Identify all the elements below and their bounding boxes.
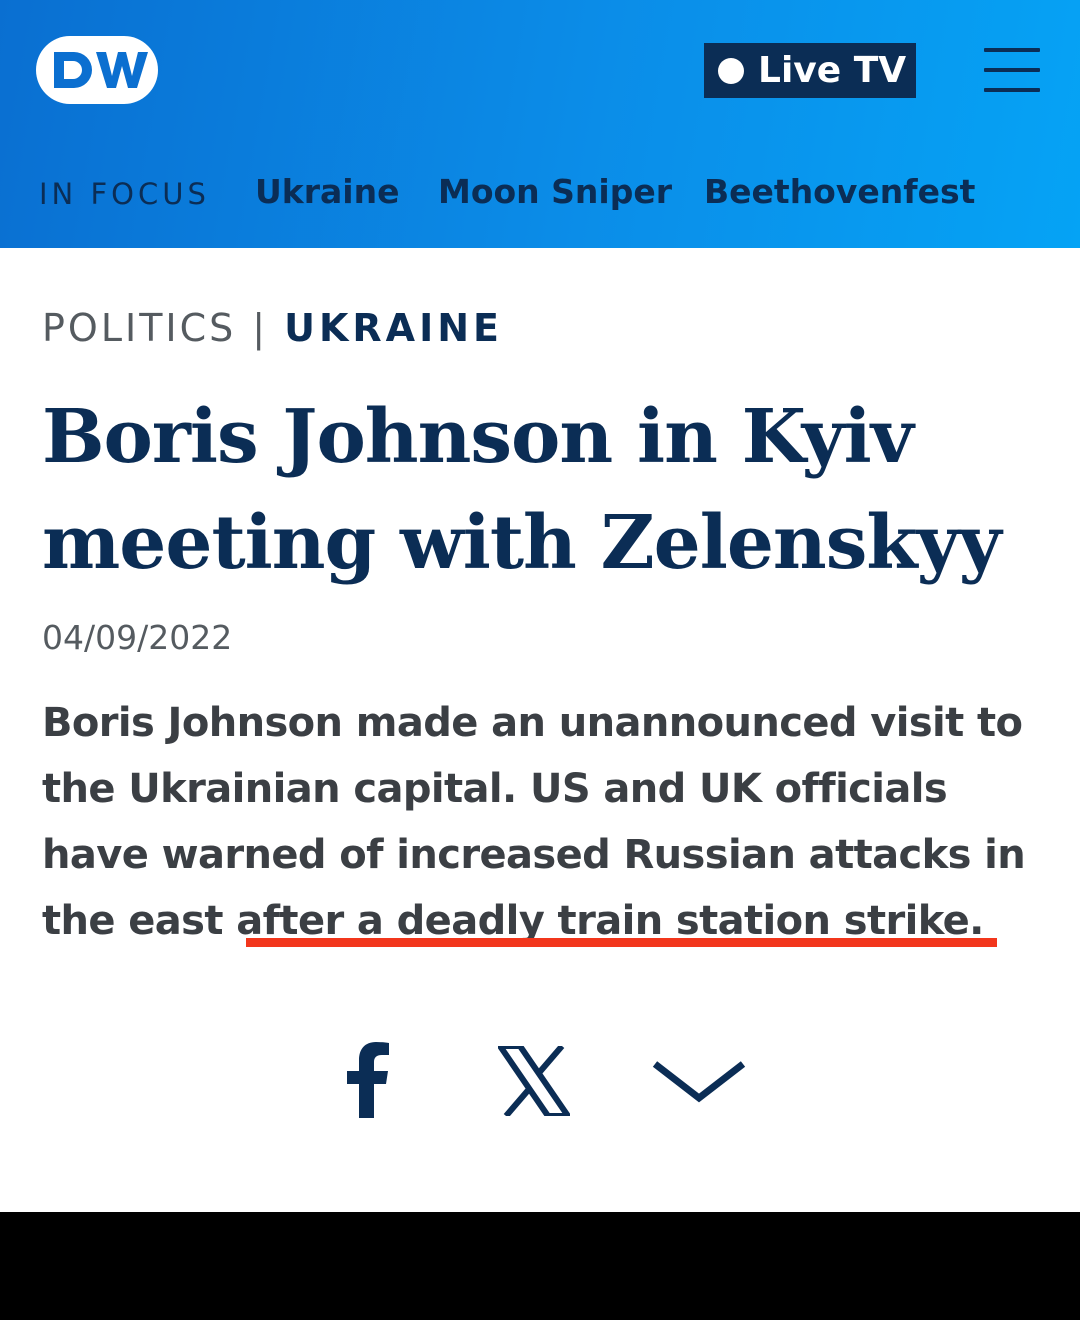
x-icon[interactable]	[494, 1043, 574, 1120]
live-tv-button[interactable]: Live TV	[704, 43, 916, 98]
live-dot-icon	[718, 57, 744, 84]
hamburger-icon[interactable]	[984, 48, 1040, 92]
video-player-area[interactable]	[0, 1212, 1080, 1320]
kicker-separator: |	[252, 306, 269, 350]
focus-link-ukraine[interactable]: Ukraine	[255, 172, 399, 211]
chevron-down-icon[interactable]	[652, 1060, 746, 1108]
focus-link-beethovenfest[interactable]: Beethovenfest	[704, 172, 975, 211]
dw-logo[interactable]	[36, 36, 158, 104]
site-header: Live TV IN FOCUS Ukraine Moon Sniper Bee…	[0, 0, 1080, 248]
in-focus-label: IN FOCUS	[39, 177, 210, 211]
kicker-category[interactable]: POLITICS	[42, 306, 236, 350]
kicker-topic[interactable]: UKRAINE	[284, 306, 503, 350]
facebook-icon[interactable]	[346, 1042, 390, 1122]
dw-logo-icon	[54, 52, 148, 88]
article-date: 04/09/2022	[42, 618, 233, 657]
article-headline: Boris Johnson in Kyiv meeting with Zelen…	[42, 394, 1002, 586]
live-tv-label: Live TV	[758, 50, 907, 91]
article-teaser: Boris Johnson made an unannounced visit …	[42, 700, 1026, 944]
focus-link-moon-sniper[interactable]: Moon Sniper	[438, 172, 672, 211]
highlight-underline	[246, 938, 997, 947]
article-kicker: POLITICS | UKRAINE	[42, 306, 503, 350]
